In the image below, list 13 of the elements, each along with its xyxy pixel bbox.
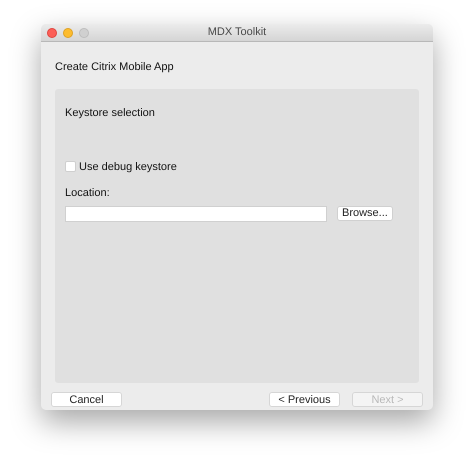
close-icon[interactable] [47, 28, 57, 38]
location-field[interactable] [65, 206, 327, 222]
dialog-heading: Create Citrix Mobile App [55, 61, 174, 73]
window-title: MDX Toolkit [208, 25, 266, 40]
panel-title: Keystore selection [65, 106, 156, 121]
dialog-button[interactable]: < Previous [269, 392, 340, 407]
checkbox-label: Use debug keystore [79, 160, 177, 174]
zoom-icon [79, 28, 89, 38]
minimize-icon[interactable] [63, 28, 73, 38]
dialog-button[interactable]: Cancel [51, 392, 122, 407]
browse-button[interactable]: Browse... [337, 206, 393, 221]
checkbox[interactable] [65, 161, 76, 172]
location-label: Location: [65, 186, 111, 201]
